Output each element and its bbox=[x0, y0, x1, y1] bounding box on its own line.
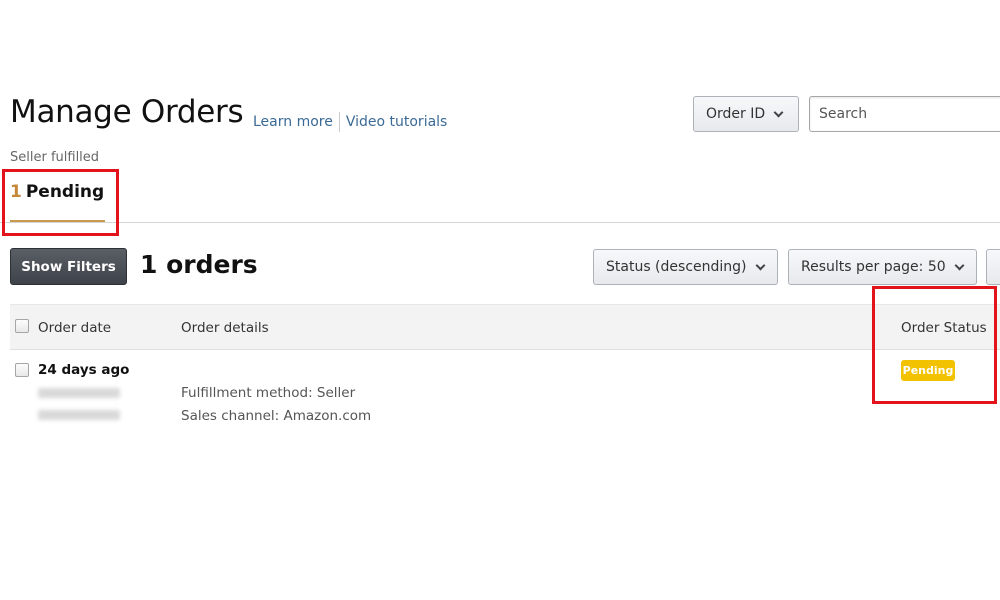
subtitle: Seller fulfilled bbox=[10, 150, 100, 165]
results-per-page-select[interactable]: Results per page: 50 bbox=[788, 249, 977, 285]
page-title: Manage Orders bbox=[10, 94, 244, 130]
search-field-select-label: Order ID bbox=[706, 106, 766, 122]
chevron-down-icon bbox=[954, 260, 965, 270]
fulfillment-method: Fulfillment method: Seller bbox=[181, 385, 356, 401]
highlight-box-order-status bbox=[872, 286, 997, 404]
tabs-divider bbox=[0, 222, 1000, 223]
chevron-down-icon bbox=[773, 107, 784, 117]
show-filters-button[interactable]: Show Filters bbox=[10, 248, 127, 285]
select-all-checkbox[interactable] bbox=[15, 319, 29, 333]
learn-more-link[interactable]: Learn more bbox=[253, 114, 333, 130]
video-tutorials-link[interactable]: Video tutorials bbox=[346, 114, 448, 130]
link-divider bbox=[338, 112, 340, 132]
sales-channel: Sales channel: Amazon.com bbox=[181, 408, 372, 424]
highlight-box-pending-tab bbox=[2, 169, 119, 236]
column-header-order-date[interactable]: Order date bbox=[38, 320, 111, 336]
orders-count: 1 orders bbox=[140, 250, 258, 279]
order-date: 24 days ago bbox=[38, 362, 130, 378]
table-header: Order date Order details Order Status bbox=[10, 304, 1000, 350]
title-links: Learn more Video tutorials bbox=[253, 112, 447, 132]
results-per-page-label: Results per page: 50 bbox=[801, 259, 946, 275]
column-header-order-details: Order details bbox=[181, 320, 269, 336]
search-field-select[interactable]: Order ID bbox=[693, 96, 799, 132]
sort-select-label: Status (descending) bbox=[606, 259, 747, 275]
redacted-time bbox=[38, 410, 120, 420]
toolbar-extra-button[interactable] bbox=[986, 249, 1000, 285]
redacted-date bbox=[38, 388, 120, 398]
search-input[interactable] bbox=[809, 96, 1000, 132]
sort-select[interactable]: Status (descending) bbox=[593, 249, 778, 285]
chevron-down-icon bbox=[755, 260, 765, 270]
row-checkbox[interactable] bbox=[15, 363, 29, 377]
